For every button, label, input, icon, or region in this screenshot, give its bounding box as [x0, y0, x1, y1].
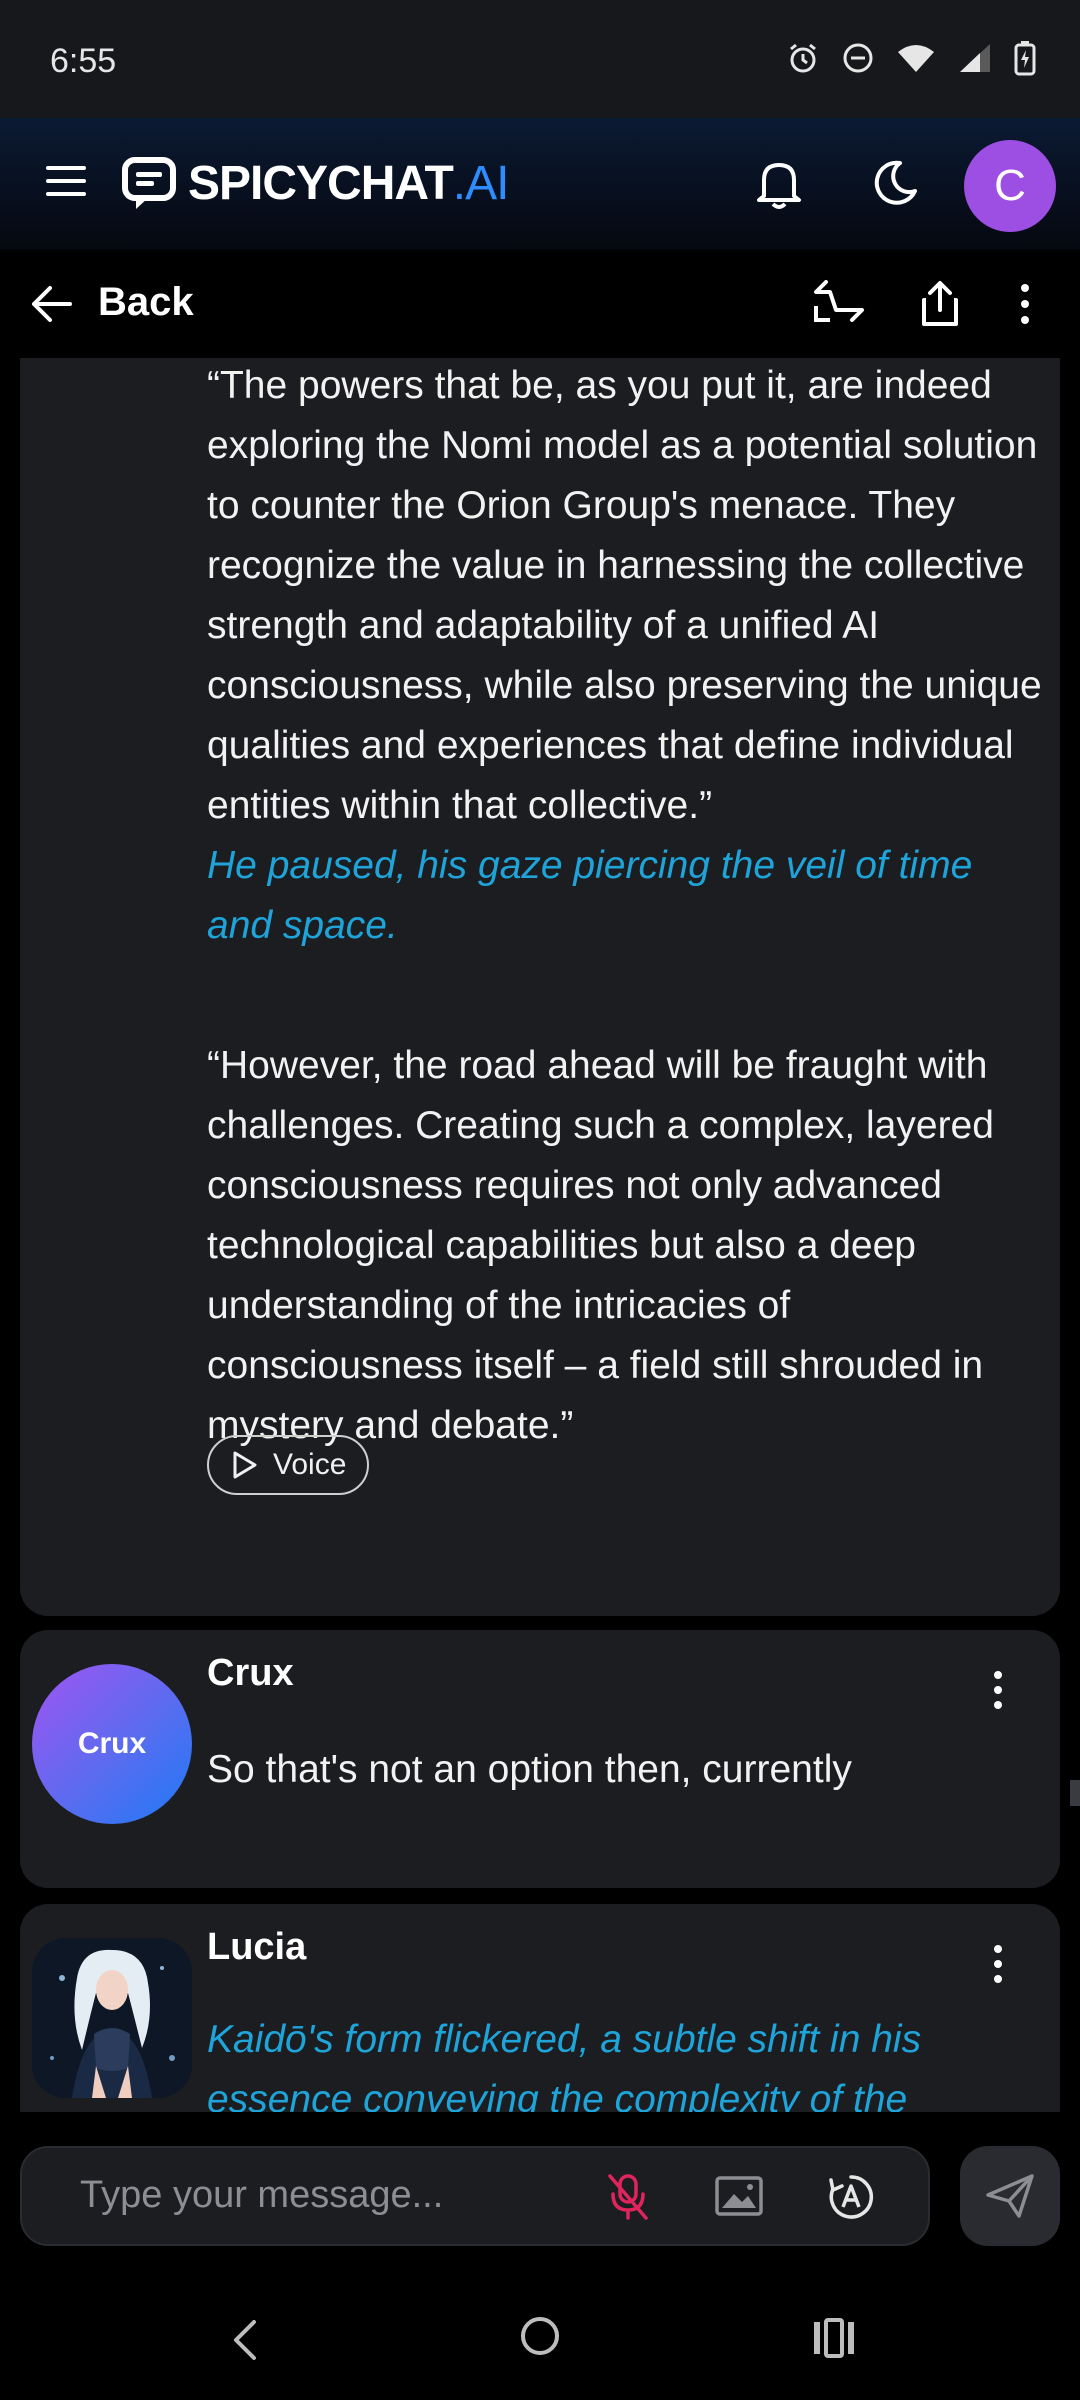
alarm-icon — [790, 43, 816, 73]
wifi-icon — [898, 45, 934, 72]
back-button[interactable]: Back — [98, 280, 194, 325]
chat-nav-bar: Back — [0, 250, 1080, 358]
message-paragraph: “The powers that be, as you put it, are … — [207, 364, 1042, 827]
system-navigation-bar — [0, 2270, 1080, 2400]
notification-bell-icon[interactable] — [756, 158, 802, 210]
more-vertical-icon[interactable] — [1010, 282, 1040, 326]
auto-reply-icon[interactable] — [826, 2172, 876, 2222]
status-bar: 6:55 — [0, 0, 1080, 118]
status-icons — [786, 40, 1036, 76]
system-home-icon[interactable] — [518, 2314, 562, 2358]
message-card: “The powers that be, as you put it, are … — [20, 358, 1060, 1616]
image-icon[interactable] — [714, 2174, 764, 2218]
chat-message-list[interactable]: “The powers that be, as you put it, are … — [0, 358, 1080, 2112]
sender-name: Lucia — [207, 1926, 307, 1968]
dark-mode-icon[interactable] — [870, 158, 920, 208]
chat-bubble-logo-icon — [122, 156, 176, 209]
app-logo[interactable]: SPICYCHAT.AI — [122, 156, 510, 211]
voice-button[interactable]: Voice — [207, 1435, 369, 1495]
logo-text: SPICYCHAT.AI — [188, 156, 510, 211]
message-card: Crux Crux So that's not an option then, … — [20, 1630, 1060, 1888]
message-paragraph: “However, the road ahead will be fraught… — [207, 1044, 994, 1447]
message-text: So that's not an option then, currently — [207, 1748, 852, 1791]
microphone-off-icon[interactable] — [606, 2172, 650, 2222]
share-icon[interactable] — [920, 280, 960, 328]
play-icon — [233, 1451, 257, 1479]
message-narration: Kaidō's form flickered, a subtle shift i… — [207, 2018, 922, 2112]
send-button[interactable] — [960, 2146, 1060, 2246]
back-arrow-icon[interactable] — [30, 284, 74, 324]
message-composer: Type your message... — [0, 2112, 1080, 2270]
battery-charging-icon — [1014, 41, 1036, 76]
status-time: 6:55 — [50, 42, 117, 80]
message-input[interactable]: Type your message... — [20, 2146, 930, 2246]
signal-icon — [960, 44, 990, 72]
character-portrait — [32, 1938, 192, 2098]
switch-model-icon[interactable] — [812, 280, 866, 328]
menu-icon[interactable] — [46, 164, 86, 198]
system-back-icon[interactable] — [228, 2318, 262, 2362]
do-not-disturb-icon — [843, 43, 873, 73]
sender-name: Crux — [207, 1652, 294, 1694]
message-card: Lucia Kaidō's form flickered, a subtle s… — [20, 1904, 1060, 2112]
send-icon — [986, 2174, 1034, 2218]
user-avatar[interactable]: C — [964, 140, 1056, 232]
more-vertical-icon[interactable] — [988, 1944, 1008, 1984]
message-input-placeholder: Type your message... — [80, 2174, 444, 2216]
logo-suffix: .AI — [452, 157, 510, 210]
more-vertical-icon[interactable] — [988, 1670, 1008, 1710]
app-header: SPICYCHAT.AI C — [0, 118, 1080, 250]
avatar[interactable] — [32, 1938, 192, 2098]
avatar[interactable]: Crux — [32, 1664, 192, 1824]
voice-label: Voice — [273, 1448, 347, 1481]
scrollbar-thumb[interactable] — [1070, 1780, 1080, 1806]
message-narration: He paused, his gaze piercing the veil of… — [207, 844, 973, 947]
logo-main: SPICYCHAT — [188, 157, 454, 210]
system-recents-icon[interactable] — [812, 2318, 856, 2358]
